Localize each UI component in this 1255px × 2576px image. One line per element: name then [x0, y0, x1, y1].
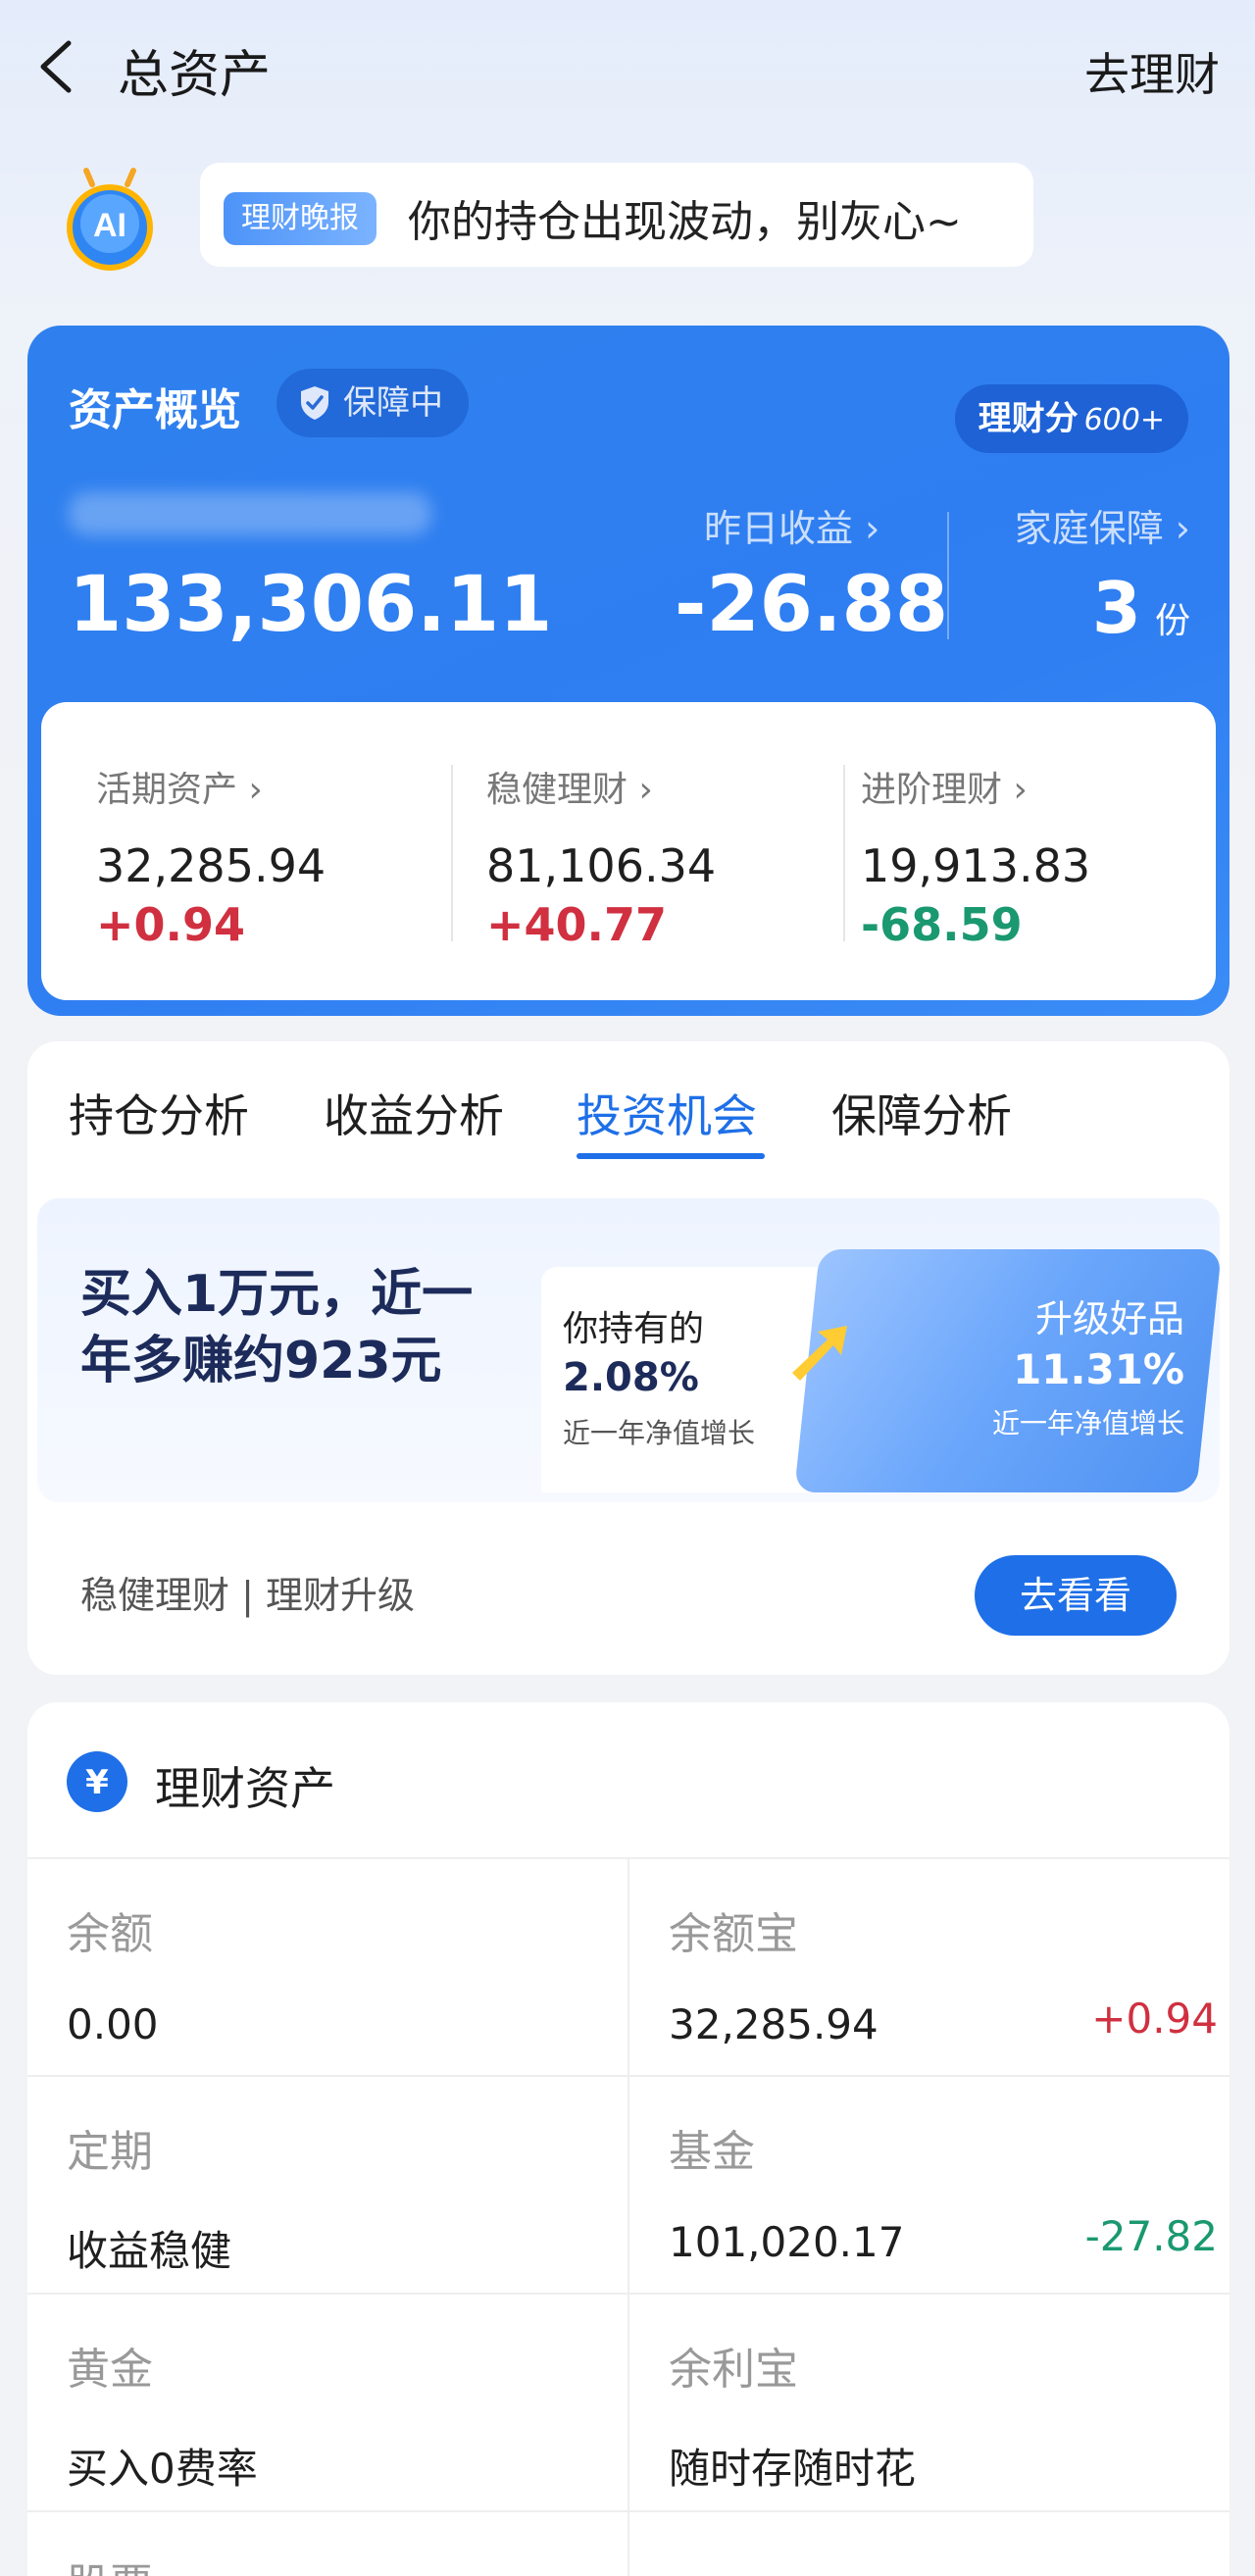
svg-text:¥: ¥ — [85, 1763, 109, 1802]
upgrade-subtitle: 近一年净值增长 — [991, 1407, 1184, 1440]
svg-text:AI: AI — [93, 207, 126, 244]
demand-assets-item[interactable]: 活期资产 › 32,285.94 +0.94 — [96, 761, 449, 951]
asset-overview-card: 资产概览 保障中 理财分 600+ 133,306.11 昨日收益 › -26.8… — [27, 326, 1230, 1016]
tab-protection-analysis[interactable]: 保障分析 — [831, 1081, 1012, 1145]
divider — [27, 2075, 1230, 2077]
blurred-label — [69, 492, 431, 535]
asset-item-yulibao[interactable]: 余利宝 随时存随时花 — [669, 2334, 1218, 2496]
family-protection-value[interactable]: 3份 — [1092, 567, 1190, 649]
divider — [451, 765, 453, 941]
asset-item-gold[interactable]: 黄金 买入0费率 — [67, 2334, 616, 2496]
family-protection-count: 3 — [1091, 567, 1141, 649]
family-protection-unit: 份 — [1154, 601, 1190, 641]
asset-label: 黄金 — [67, 2345, 153, 2395]
asset-value: 0.00 — [67, 2000, 159, 2048]
asset-item-balance[interactable]: 余额 0.00 — [67, 1898, 616, 2048]
holding-percent: 2.08% — [563, 1355, 699, 1400]
asset-label: 余利宝 — [669, 2345, 798, 2395]
tab-holdings-analysis[interactable]: 持仓分析 — [69, 1081, 249, 1145]
divider — [628, 1859, 629, 2576]
asset-label: 余额宝 — [669, 1909, 798, 1959]
page-title: 总资产 — [118, 46, 272, 105]
analysis-card: 持仓分析 收益分析 投资机会 保障分析 买入1万元，近一年多赚约923元 你持有… — [27, 1041, 1230, 1675]
ai-message-text: 你的持仓出现波动，别灰心~ — [408, 197, 962, 247]
ai-message-bubble[interactable]: 理财晚报 你的持仓出现波动，别灰心~ — [200, 163, 1033, 267]
asset-label: 基金 — [669, 2127, 755, 2177]
yesterday-earnings-label[interactable]: 昨日收益 › — [704, 498, 879, 552]
divider — [843, 765, 845, 941]
asset-value: 买入0费率 — [67, 2445, 258, 2493]
tab-investment-opportunity[interactable]: 投资机会 — [577, 1081, 757, 1145]
asset-item-fund[interactable]: 基金 101,020.17 -27.82 — [669, 2116, 1218, 2266]
total-assets-value[interactable]: 133,306.11 — [69, 561, 552, 649]
divider — [947, 512, 949, 639]
go-see-button[interactable]: 去看看 — [975, 1555, 1177, 1636]
category-value: 81,106.34 — [486, 839, 717, 892]
shield-check-icon — [301, 386, 328, 420]
report-badge: 理财晚报 — [224, 192, 376, 245]
ai-report-row: AI 理财晚报 你的持仓出现波动，别灰心~ — [0, 157, 1255, 275]
divider — [27, 2293, 1230, 2295]
wealth-assets-card: ¥ 理财资产 余额 0.00 余额宝 32,285.94 +0.94 定期 收益… — [27, 1702, 1230, 2576]
yesterday-earnings-value[interactable]: -26.88 — [675, 561, 948, 649]
upgrade-title: 升级好品 — [1034, 1297, 1184, 1340]
asset-change: -27.82 — [1084, 2212, 1218, 2260]
advanced-wealth-item[interactable]: 进阶理财 › 19,913.83 -68.59 — [861, 761, 1214, 951]
wealth-assets-title: 理财资产 — [155, 1762, 335, 1815]
back-arrow-icon[interactable] — [35, 39, 78, 94]
overview-title: 资产概览 — [69, 385, 241, 435]
holding-subtitle: 近一年净值增长 — [563, 1417, 756, 1449]
asset-item-fixed-term[interactable]: 定期 收益稳健 — [67, 2116, 616, 2278]
divider — [27, 2510, 1230, 2512]
score-value: 600+ — [1083, 403, 1165, 437]
promo-headline: 买入1万元，近一年多赚约923元 — [80, 1265, 474, 1390]
asset-value: 收益稳健 — [67, 2227, 232, 2275]
promo-tags: 稳健理财 | 理财升级 — [80, 1574, 415, 1617]
upgrade-arrow-icon — [792, 1326, 847, 1381]
asset-label: 余额 — [67, 1909, 153, 1959]
category-change: +40.77 — [486, 898, 668, 951]
category-value: 32,285.94 — [96, 839, 326, 892]
category-value: 19,913.83 — [861, 839, 1091, 892]
upgrade-percent: 11.31% — [1013, 1345, 1184, 1393]
asset-change: +0.94 — [1091, 1995, 1218, 2043]
stable-wealth-item[interactable]: 稳健理财 › 81,106.34 +40.77 — [486, 761, 839, 951]
upgrade-promo-banner[interactable]: 买入1万元，近一年多赚约923元 你持有的 2.08% 近一年净值增长 升级好品… — [37, 1198, 1223, 1502]
asset-label: 股票 — [67, 2550, 616, 2576]
ai-assistant-icon[interactable]: AI — [61, 167, 159, 275]
asset-breakdown-card: 活期资产 › 32,285.94 +0.94 稳健理财 › 81,106.34 … — [41, 702, 1216, 1000]
family-protection-label[interactable]: 家庭保障 › — [1015, 498, 1190, 552]
upgrade-product-info: 升级好品 11.31% 近一年净值增长 — [812, 1249, 1184, 1492]
asset-value: 随时存随时花 — [669, 2445, 917, 2493]
asset-item-stocks[interactable]: 股票 — [67, 2550, 616, 2576]
top-bar: 总资产 去理财 — [0, 0, 1255, 137]
category-label: 活期资产 › — [96, 770, 263, 810]
go-invest-link[interactable]: 去理财 — [1084, 39, 1220, 104]
protection-status-pill[interactable]: 保障中 — [276, 369, 469, 437]
asset-item-yuebao[interactable]: 余额宝 32,285.94 +0.94 — [669, 1898, 1218, 2048]
yen-icon: ¥ — [67, 1751, 127, 1812]
holding-title: 你持有的 — [563, 1309, 705, 1349]
tab-earnings-analysis[interactable]: 收益分析 — [324, 1081, 504, 1145]
asset-label: 定期 — [67, 2127, 153, 2177]
wealth-score-badge[interactable]: 理财分 600+ — [954, 384, 1188, 453]
category-label: 稳健理财 › — [486, 770, 653, 810]
active-tab-indicator — [577, 1153, 765, 1159]
protection-status-text: 保障中 — [343, 383, 443, 423]
category-change: -68.59 — [861, 898, 1023, 951]
score-label: 理财分 — [978, 399, 1079, 438]
category-change: +0.94 — [96, 898, 246, 951]
category-label: 进阶理财 › — [861, 770, 1028, 810]
